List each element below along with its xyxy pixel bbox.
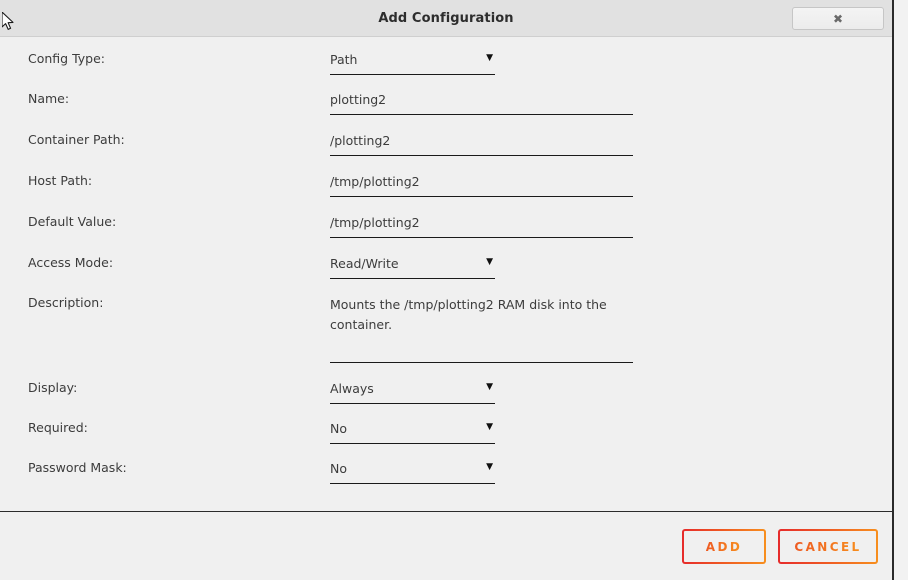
label-display: Display:	[28, 380, 78, 395]
input-default-value[interactable]: /tmp/plotting2	[330, 214, 633, 238]
input-description[interactable]: Mounts the /tmp/plotting2 RAM disk into …	[330, 295, 633, 363]
select-access-mode-value: Read/Write	[330, 256, 399, 271]
chevron-down-icon: ▼	[486, 53, 493, 63]
label-default-value: Default Value:	[28, 214, 117, 229]
label-name: Name:	[28, 91, 70, 106]
input-host-path[interactable]: /tmp/plotting2	[330, 173, 633, 197]
cancel-button[interactable]: CANCEL	[778, 529, 878, 564]
input-default-value-value: /tmp/plotting2	[330, 215, 420, 230]
chevron-down-icon: ▼	[486, 382, 493, 392]
select-access-mode[interactable]: Read/Write ▼	[330, 255, 495, 279]
cancel-button-label: CANCEL	[794, 539, 862, 554]
input-name-value: plotting2	[330, 92, 387, 107]
configuration-form: Config Type: Path ▼ Name: plotting2 Cont…	[0, 37, 892, 511]
select-config-type-value: Path	[330, 52, 358, 67]
footer-divider	[0, 511, 892, 512]
close-window-button[interactable]: ✖	[792, 7, 884, 30]
dialog-footer: ADD CANCEL	[0, 511, 892, 580]
input-container-path-value: /plotting2	[330, 133, 391, 148]
select-password-mask[interactable]: No ▼	[330, 460, 495, 484]
window-title: Add Configuration	[378, 11, 514, 26]
input-container-path[interactable]: /plotting2	[330, 132, 633, 156]
label-container-path: Container Path:	[28, 132, 125, 147]
label-access-mode: Access Mode:	[28, 255, 114, 270]
input-description-value: Mounts the /tmp/plotting2 RAM disk into …	[330, 297, 607, 332]
window-titlebar: Add Configuration ✖	[0, 0, 892, 37]
select-display-value: Always	[330, 381, 374, 396]
select-display[interactable]: Always ▼	[330, 380, 495, 404]
input-name[interactable]: plotting2	[330, 91, 633, 115]
add-configuration-dialog: Add Configuration ✖ Config Type: Path ▼ …	[0, 0, 894, 580]
close-icon: ✖	[832, 11, 844, 26]
add-button-label: ADD	[705, 539, 743, 554]
select-config-type[interactable]: Path ▼	[330, 51, 495, 75]
label-description: Description:	[28, 295, 104, 310]
screen: Add Configuration ✖ Config Type: Path ▼ …	[0, 0, 908, 580]
label-password-mask: Password Mask:	[28, 460, 127, 475]
chevron-down-icon: ▼	[486, 462, 493, 472]
add-button[interactable]: ADD	[682, 529, 766, 564]
select-required-value: No	[330, 421, 347, 436]
chevron-down-icon: ▼	[486, 257, 493, 267]
chevron-down-icon: ▼	[486, 422, 493, 432]
label-config-type: Config Type:	[28, 51, 106, 66]
label-required: Required:	[28, 420, 88, 435]
input-host-path-value: /tmp/plotting2	[330, 174, 420, 189]
select-password-mask-value: No	[330, 461, 347, 476]
label-host-path: Host Path:	[28, 173, 93, 188]
select-required[interactable]: No ▼	[330, 420, 495, 444]
